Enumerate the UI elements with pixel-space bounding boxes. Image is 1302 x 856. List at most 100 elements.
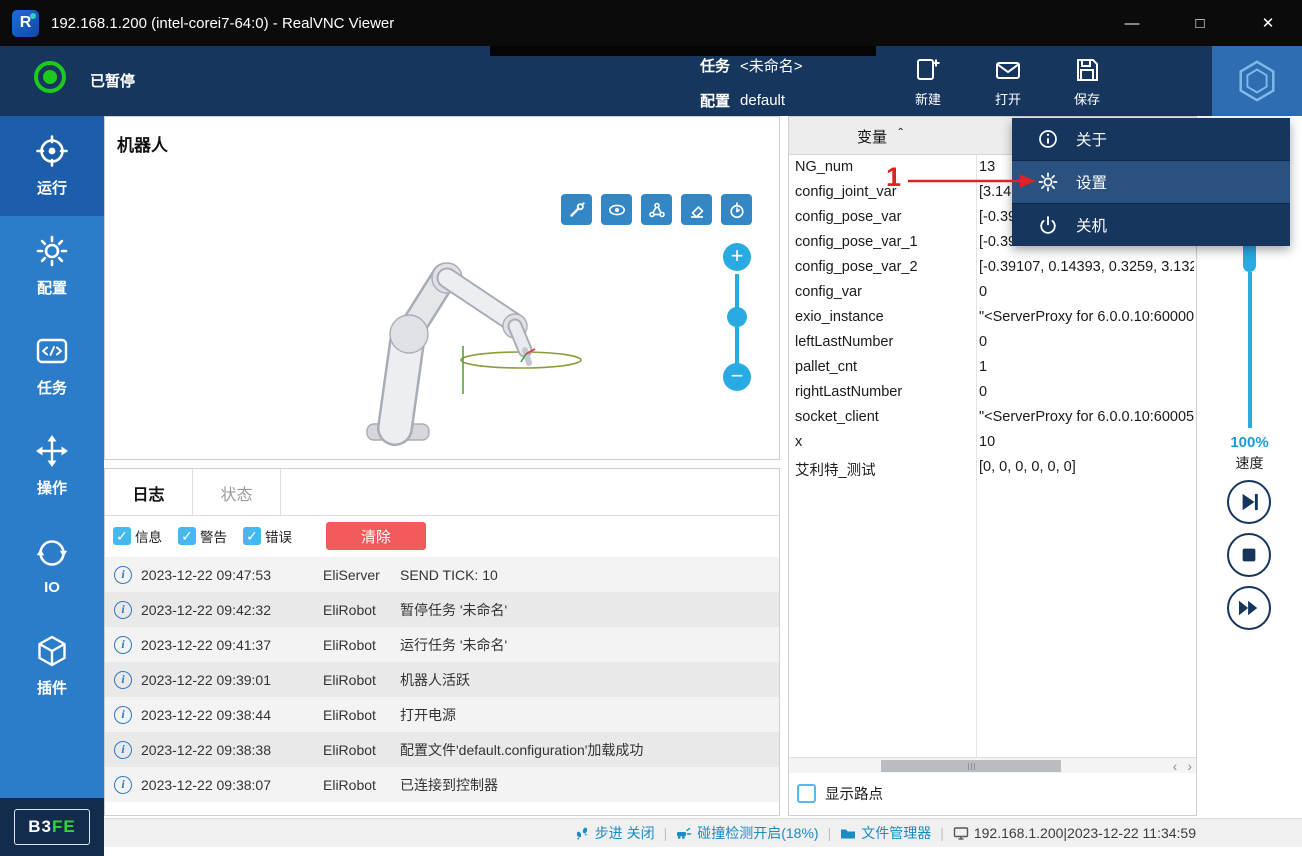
show-waypoints-checkbox[interactable] (797, 784, 816, 803)
connection-label: 192.168.1.200|2023-12-22 11:34:59 (974, 825, 1196, 841)
file-manager-label: 文件管理器 (861, 823, 931, 843)
step-run-button[interactable] (1227, 480, 1271, 524)
maximize-button[interactable]: □ (1166, 0, 1234, 46)
table-row[interactable]: config_pose_var_2[-0.39107, 0.14393, 0.3… (789, 255, 1196, 280)
sidebar-item-plugin[interactable]: 插件 (0, 616, 104, 716)
log-time: 2023-12-22 09:47:53 (141, 567, 323, 583)
sidebar-item-config[interactable]: 配置 (0, 216, 104, 316)
filter-info-checkbox[interactable]: ✓ (113, 527, 131, 545)
table-row[interactable]: rightLastNumber0 (789, 380, 1196, 405)
visibility-button[interactable] (601, 194, 632, 225)
tab-log[interactable]: 日志 (105, 469, 193, 516)
speed-label: 速度 (1197, 453, 1302, 473)
brand-hexagon-icon (1234, 58, 1280, 104)
menu-item-shutdown[interactable]: 关机 (1012, 203, 1290, 246)
task-value: <未命名> (740, 55, 803, 76)
b3fe-logo-left: B3 (28, 817, 52, 837)
table-row[interactable]: 艾利特_测试 [0, 0, 0, 0, 0, 0] (789, 455, 1196, 480)
filter-warning-checkbox[interactable]: ✓ (178, 527, 196, 545)
log-time: 2023-12-22 09:38:44 (141, 707, 323, 723)
variable-name: config_joint_var (795, 184, 897, 200)
info-circle-icon: i (114, 636, 132, 654)
variables-collapse-button[interactable]: 变量 ＾ (789, 117, 976, 155)
table-row[interactable]: socket_client"<ServerProxy for 6.0.0.10:… (789, 405, 1196, 430)
log-time: 2023-12-22 09:38:07 (141, 777, 323, 793)
sidebar-item-run[interactable]: 运行 (0, 116, 104, 216)
variable-name: NG_num (795, 159, 853, 175)
zoom-slider-handle[interactable] (727, 307, 747, 327)
horizontal-scrollbar[interactable]: ‹ › (789, 757, 1196, 773)
table-row[interactable]: config_var0 (789, 280, 1196, 305)
config-value: default (740, 92, 785, 109)
variable-value: 10 (979, 434, 1194, 450)
log-tabs: 日志 状态 (105, 469, 779, 516)
table-row[interactable]: exio_instance"<ServerProxy for 6.0.0.10:… (789, 305, 1196, 330)
realvnc-window: R 192.168.1.200 (intel-corei7-64:0) - Re… (0, 0, 1302, 856)
menu-item-label: 关于 (1076, 128, 1107, 150)
filter-error-checkbox[interactable]: ✓ (243, 527, 261, 545)
sidebar-item-io[interactable]: IO (0, 516, 104, 616)
robot-arm-3d-view[interactable] (345, 242, 705, 452)
file-manager-button[interactable]: 文件管理器 (840, 823, 931, 843)
new-task-button[interactable]: 新建 (891, 54, 965, 110)
stop-icon (1229, 533, 1269, 577)
sidebar-item-operate[interactable]: 操作 (0, 416, 104, 516)
sidebar: 运行 配置 任务 (0, 116, 104, 856)
code-task-icon (35, 334, 69, 368)
table-row[interactable]: x10 (789, 430, 1196, 455)
log-entries: i 2023-12-22 09:47:53 EliServer SEND TIC… (105, 557, 779, 802)
open-icon (994, 56, 1022, 84)
zoom-in-button[interactable]: + (723, 243, 751, 271)
info-circle-icon: i (114, 706, 132, 724)
clear-log-button[interactable]: 清除 (326, 522, 426, 550)
move-arrows-icon (35, 434, 69, 468)
scroll-right-arrow[interactable]: › (1187, 758, 1192, 774)
eraser-button[interactable] (681, 194, 712, 225)
b3fe-logo: B3 FE (14, 809, 90, 845)
vnc-toolbar-strip (490, 46, 876, 56)
eraser-icon (688, 201, 706, 219)
sidebar-footer: B3 FE (0, 798, 104, 856)
app-menu-button[interactable] (1212, 46, 1302, 116)
zoom-out-button[interactable]: − (723, 363, 751, 391)
variable-value: [0, 0, 0, 0, 0, 0] (979, 459, 1194, 475)
log-row[interactable]: i 2023-12-22 09:47:53 EliServer SEND TIC… (105, 557, 779, 592)
speed-slider-track[interactable] (1248, 272, 1252, 428)
log-filter-row: ✓ 信息 ✓ 警告 ✓ 错误 清除 (105, 516, 779, 556)
title-bar: R 192.168.1.200 (intel-corei7-64:0) - Re… (0, 0, 1302, 46)
log-row[interactable]: i 2023-12-22 09:38:07 EliRobot 已连接到控制器 (105, 767, 779, 802)
menu-item-about[interactable]: 关于 (1012, 118, 1290, 160)
log-source: EliRobot (323, 742, 398, 758)
close-button[interactable]: ✕ (1234, 0, 1302, 46)
footsteps-icon (574, 825, 590, 841)
path-nodes-button[interactable] (641, 194, 672, 225)
save-task-button[interactable]: 保存 (1050, 54, 1124, 110)
table-row[interactable]: leftLastNumber0 (789, 330, 1196, 355)
tab-status[interactable]: 状态 (193, 469, 281, 516)
log-row[interactable]: i 2023-12-22 09:42:32 EliRobot 暂停任务 '未命名… (105, 592, 779, 627)
timer-button[interactable] (721, 194, 752, 225)
log-row[interactable]: i 2023-12-22 09:41:37 EliRobot 运行任务 '未命名… (105, 627, 779, 662)
variable-name: 艾利特_测试 (795, 459, 876, 480)
scrollbar-thumb[interactable] (881, 760, 1061, 772)
log-row[interactable]: i 2023-12-22 09:38:44 EliRobot 打开电源 (105, 697, 779, 732)
log-row[interactable]: i 2023-12-22 09:38:38 EliRobot 配置文件'defa… (105, 732, 779, 767)
sidebar-item-task[interactable]: 任务 (0, 316, 104, 416)
variable-value: "<ServerProxy for 6.0.0.10:60000, (979, 309, 1194, 325)
variables-title: 变量 (857, 126, 887, 147)
scroll-left-arrow[interactable]: ‹ (1173, 758, 1178, 774)
robot-state-indicator[interactable] (34, 61, 66, 93)
eye-icon (608, 201, 626, 219)
stop-button[interactable] (1227, 533, 1271, 577)
green-status-icon (43, 70, 57, 84)
menu-item-settings[interactable]: 设置 (1012, 160, 1290, 203)
gear-icon (35, 234, 69, 268)
minimize-button[interactable]: — (1098, 0, 1166, 46)
step-mode-toggle[interactable]: 步进 关闭 (574, 823, 655, 843)
fast-forward-button[interactable] (1227, 586, 1271, 630)
table-row[interactable]: pallet_cnt1 (789, 355, 1196, 380)
open-task-button[interactable]: 打开 (971, 54, 1045, 110)
tools-button[interactable] (561, 194, 592, 225)
collision-detection-status[interactable]: 碰撞检测开启(18%) (676, 823, 818, 843)
log-row[interactable]: i 2023-12-22 09:39:01 EliRobot 机器人活跃 (105, 662, 779, 697)
